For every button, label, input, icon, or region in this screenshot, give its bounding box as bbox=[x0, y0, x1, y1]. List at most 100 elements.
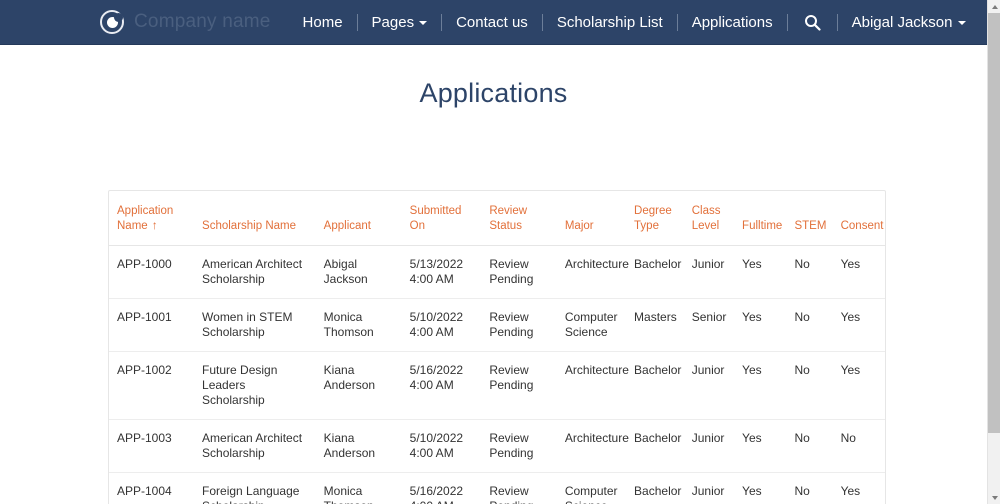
cell-text: Junior bbox=[692, 257, 725, 271]
column-header-scholarship-name[interactable]: Scholarship Name bbox=[196, 191, 318, 246]
cell-text: No bbox=[794, 484, 809, 498]
cell-stem: No bbox=[788, 352, 834, 420]
cell-text: Junior bbox=[692, 431, 725, 445]
column-header-applicant[interactable]: Applicant bbox=[318, 191, 404, 246]
column-header-application-name[interactable]: Application Name↑ bbox=[109, 191, 196, 246]
column-header-submitted-on[interactable]: Submitted On bbox=[404, 191, 484, 246]
table-row[interactable]: APP-1002 Future Design Leaders Scholarsh… bbox=[109, 352, 885, 420]
cell-scholarship-name: Foreign Language Scholarship bbox=[196, 473, 318, 504]
cell-text: APP-1001 bbox=[117, 310, 172, 324]
cell-major: Architecture bbox=[559, 420, 628, 473]
column-header-review-status-label: Review Status bbox=[489, 205, 527, 232]
applications-table-container: Application Name↑ Scholarship Name Appli… bbox=[108, 190, 886, 504]
nav-link-pages-label: Pages bbox=[372, 14, 415, 31]
nav-link-scholarship-list[interactable]: Scholarship List bbox=[543, 0, 677, 45]
cell-applicant: Kiana Anderson bbox=[318, 352, 404, 420]
cell-text: Review Pending bbox=[489, 257, 533, 286]
cell-review-status: Review Pending bbox=[483, 352, 559, 420]
cell-consent: Yes bbox=[835, 246, 885, 299]
cell-consent: Yes bbox=[835, 352, 885, 420]
cell-applicant: Kiana Anderson bbox=[318, 420, 404, 473]
cell-application-name: APP-1003 bbox=[109, 420, 196, 473]
column-header-submitted-on-label: Submitted On bbox=[410, 205, 462, 232]
table-row[interactable]: APP-1003 American Architect Scholarship … bbox=[109, 420, 885, 473]
cell-review-status: Review Pending bbox=[483, 246, 559, 299]
cell-submitted-on: 5/13/2022 4:00 AM bbox=[404, 246, 484, 299]
cell-text: Bachelor bbox=[634, 431, 681, 445]
column-header-fulltime[interactable]: Fulltime bbox=[736, 191, 788, 246]
sort-ascending-icon: ↑ bbox=[152, 219, 158, 231]
cell-stem: No bbox=[788, 246, 834, 299]
scrollbar-thumb[interactable] bbox=[988, 13, 1000, 433]
brand[interactable]: Company name bbox=[100, 10, 271, 34]
brand-name: Company name bbox=[134, 11, 271, 33]
cell-degree-type: Bachelor bbox=[628, 420, 686, 473]
nav-link-pages[interactable]: Pages bbox=[358, 0, 442, 45]
table-head: Application Name↑ Scholarship Name Appli… bbox=[109, 191, 885, 246]
scroll-up-arrow-icon[interactable] bbox=[988, 0, 1000, 13]
column-header-applicant-label: Applicant bbox=[324, 220, 371, 232]
cell-application-name: APP-1004 bbox=[109, 473, 196, 504]
cell-text: Masters bbox=[634, 310, 677, 324]
page-title: Applications bbox=[0, 45, 987, 109]
cell-text: APP-1003 bbox=[117, 431, 172, 445]
column-header-application-name-label: Application Name bbox=[117, 205, 173, 232]
table-row[interactable]: APP-1001 Women in STEM Scholarship Monic… bbox=[109, 299, 885, 352]
cell-class-level: Junior bbox=[686, 246, 736, 299]
applications-table: Application Name↑ Scholarship Name Appli… bbox=[109, 191, 885, 504]
top-navbar: Company name Home Pages Contact us Schol… bbox=[0, 0, 987, 45]
cell-text: No bbox=[794, 363, 809, 377]
nav-link-contact-us[interactable]: Contact us bbox=[442, 0, 542, 45]
nav-link-applications[interactable]: Applications bbox=[678, 0, 787, 45]
cell-scholarship-name: Future Design Leaders Scholarship bbox=[196, 352, 318, 420]
table-row[interactable]: APP-1000 American Architect Scholarship … bbox=[109, 246, 885, 299]
cell-text: Review Pending bbox=[489, 431, 533, 460]
cell-class-level: Junior bbox=[686, 473, 736, 504]
cell-fulltime: Yes bbox=[736, 299, 788, 352]
scroll-down-arrow-icon[interactable] bbox=[988, 491, 1000, 504]
cell-text: Women in STEM Scholarship bbox=[202, 310, 292, 339]
vertical-scrollbar[interactable] bbox=[987, 0, 1000, 504]
cell-degree-type: Bachelor bbox=[628, 352, 686, 420]
column-header-major[interactable]: Major bbox=[559, 191, 628, 246]
cell-text: Review Pending bbox=[489, 484, 533, 504]
cell-text: 5/13/2022 4:00 AM bbox=[410, 257, 463, 286]
cell-review-status: Review Pending bbox=[483, 299, 559, 352]
cell-text: Bachelor bbox=[634, 363, 681, 377]
cell-text: 5/10/2022 4:00 AM bbox=[410, 310, 463, 339]
cell-application-name: APP-1002 bbox=[109, 352, 196, 420]
cell-fulltime: Yes bbox=[736, 473, 788, 504]
column-header-degree-type[interactable]: Degree Type bbox=[628, 191, 686, 246]
column-header-class-level[interactable]: Class Level bbox=[686, 191, 736, 246]
cell-text: Yes bbox=[742, 484, 762, 498]
cell-review-status: Review Pending bbox=[483, 420, 559, 473]
cell-text: Architecture bbox=[565, 431, 629, 445]
cell-class-level: Senior bbox=[686, 299, 736, 352]
cell-scholarship-name: Women in STEM Scholarship bbox=[196, 299, 318, 352]
cell-applicant: Monica Thomson bbox=[318, 299, 404, 352]
table-row[interactable]: APP-1004 Foreign Language Scholarship Mo… bbox=[109, 473, 885, 504]
column-header-stem[interactable]: STEM bbox=[788, 191, 834, 246]
cell-submitted-on: 5/16/2022 4:00 AM bbox=[404, 352, 484, 420]
cell-text: Junior bbox=[692, 363, 725, 377]
cell-scholarship-name: American Architect Scholarship bbox=[196, 246, 318, 299]
column-header-review-status[interactable]: Review Status bbox=[483, 191, 559, 246]
cell-text: Kiana Anderson bbox=[324, 431, 375, 460]
user-menu[interactable]: Abigal Jackson bbox=[838, 0, 980, 45]
cell-consent: Yes bbox=[835, 473, 885, 504]
column-header-consent[interactable]: Consent bbox=[835, 191, 885, 246]
cell-text: Yes bbox=[841, 310, 861, 324]
cell-stem: No bbox=[788, 299, 834, 352]
cell-text: American Architect Scholarship bbox=[202, 257, 302, 286]
chevron-down-icon bbox=[419, 21, 427, 25]
cell-applicant: Abigal Jackson bbox=[318, 246, 404, 299]
cell-application-name: APP-1000 bbox=[109, 246, 196, 299]
search-icon[interactable] bbox=[788, 0, 837, 45]
cell-degree-type: Bachelor bbox=[628, 473, 686, 504]
cell-text: Architecture bbox=[565, 363, 629, 377]
cell-text: Yes bbox=[742, 257, 762, 271]
cell-fulltime: Yes bbox=[736, 352, 788, 420]
cell-text: Senior bbox=[692, 310, 727, 324]
nav-link-home[interactable]: Home bbox=[289, 0, 357, 45]
cell-applicant: Monica Thomson bbox=[318, 473, 404, 504]
